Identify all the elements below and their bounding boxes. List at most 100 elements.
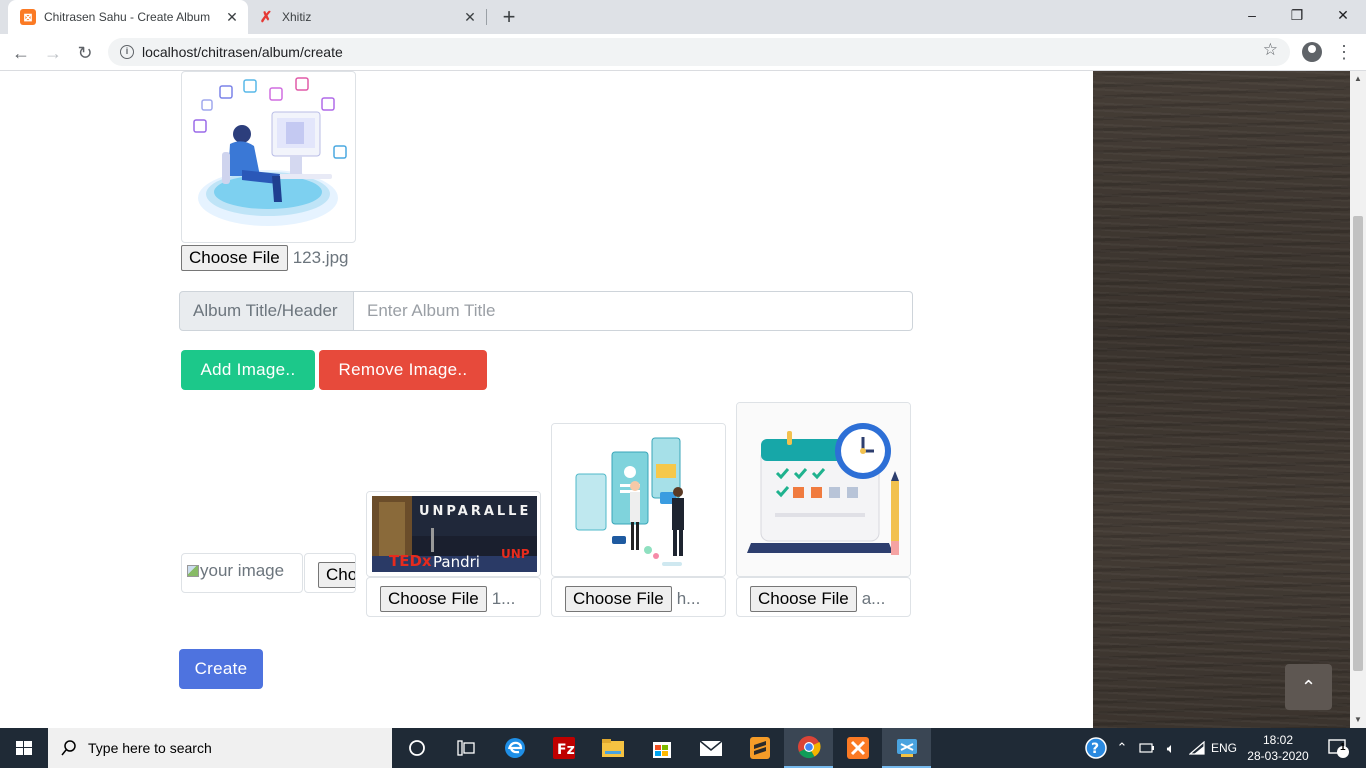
image-slot-2-file-row[interactable]: Choose File 1... [380,585,540,613]
image-slot-2-preview: UNPARALLE TEDx Pandri UNP [366,491,541,577]
broken-image-icon [187,565,199,577]
filezilla-icon[interactable]: Fz [539,728,588,768]
image-slot-3-preview [551,423,726,577]
image-slot-1-file-row[interactable]: Choose File [318,561,355,589]
chrome-icon[interactable] [784,728,833,768]
clock-time: 18:02 [1262,733,1294,747]
svg-text:Fz: Fz [557,742,575,758]
cover-file-input[interactable]: Choose File 123.jpg [181,243,349,273]
taskbar-search-box[interactable]: Type here to search [48,728,392,768]
tab-title: Xhitiz [282,10,312,24]
album-title-input[interactable] [354,291,913,331]
task-view-icon[interactable] [441,728,490,768]
chevron-up-icon: ⌃ [1300,677,1317,697]
new-tab-button[interactable]: + [496,4,522,30]
image-slot-1-preview: your image [181,553,303,593]
image-slot-1-file-input[interactable]: Choose File [304,553,356,593]
image-slot-2-filename: 1... [491,589,516,608]
tab-divider [486,9,487,25]
back-to-top-button[interactable]: ⌃ [1285,664,1332,710]
back-arrow-icon[interactable]: ← [8,40,34,66]
scroll-down-arrow-icon[interactable]: ▼ [1350,712,1366,728]
xampp-taskbar-icon[interactable] [833,728,882,768]
image-slot-4-file-input[interactable]: Choose File a... [736,577,911,617]
site-info-icon[interactable]: i [120,45,134,59]
mail-icon[interactable] [686,728,735,768]
volume-icon[interactable]: 🔈︎ [1160,728,1182,768]
image-slot-4-filename: a... [861,589,886,608]
x-logo-icon: ✗ [259,9,273,26]
image-slot-4-preview [736,402,911,577]
tab-close-icon[interactable]: ✕ [220,9,244,26]
snipping-tool-icon[interactable] [882,728,931,768]
cover-filename: 123.jpg [292,248,349,267]
developer-illustration [193,77,347,226]
remove-image-button[interactable]: Remove Image.. [319,350,487,390]
taskbar-search-placeholder: Type here to search [88,740,212,756]
taskbar-clock[interactable]: 18:02 28-03-2020 [1244,728,1312,768]
sublime-text-icon[interactable] [735,728,784,768]
image-slot-4-choose-file-button[interactable]: Choose File [750,586,857,612]
album-title-group: Album Title/Header [179,291,913,331]
cover-image-preview [181,71,356,243]
tray-overflow-chevron-icon[interactable]: ⌃ [1112,728,1132,768]
create-button[interactable]: Create [179,649,263,689]
windows-taskbar: Type here to search Fz ? ⌃ 🔈︎ ENG 18:02 … [0,728,1366,768]
business-illustration [552,424,725,576]
banner-unparallel-text: UNPARALLE [419,504,531,519]
tab-title: Chitrasen Sahu - Create Album [44,10,211,24]
tab-close-icon[interactable]: ✕ [458,9,482,26]
search-icon [61,740,76,756]
album-title-label: Album Title/Header [179,291,354,331]
reload-icon[interactable]: ↻ [72,40,98,66]
sidebar-background [1093,71,1350,728]
calendar-laptop-illustration [737,403,910,576]
tab-create-album[interactable]: ⊠ Chitrasen Sahu - Create Album ✕ [8,0,248,34]
bookmark-star-icon[interactable]: ☆ [1263,40,1278,60]
minimize-button[interactable]: – [1229,0,1275,30]
notification-count: 1 [1340,742,1346,753]
image-slot-2-choose-file-button[interactable]: Choose File [380,586,487,612]
tedx-banner-image: UNPARALLE TEDx Pandri UNP [367,492,540,576]
browser-menu-icon[interactable]: ⋮ [1334,38,1354,66]
window-close-button[interactable]: ✕ [1320,0,1366,30]
url-field[interactable]: i localhost/chitrasen/album/create ☆ [108,38,1290,66]
help-icon[interactable]: ? [1084,728,1108,768]
action-center-icon[interactable]: 1 [1318,728,1358,768]
language-indicator[interactable]: ENG [1208,728,1240,768]
cortana-icon[interactable] [392,728,441,768]
image-slot-3-file-row[interactable]: Choose File h... [565,585,725,613]
image-slot-4-file-row[interactable]: Choose File a... [750,585,910,613]
start-button[interactable] [0,728,48,768]
banner-unp-text: UNP [501,547,530,561]
scroll-up-arrow-icon[interactable]: ▲ [1350,71,1366,87]
url-text: localhost/chitrasen/album/create [142,44,343,60]
scroll-thumb[interactable] [1353,216,1363,671]
wifi-icon[interactable] [1186,728,1208,768]
profile-avatar-icon[interactable] [1302,42,1322,62]
file-explorer-icon[interactable] [588,728,637,768]
page-scrollbar[interactable]: ▲ ▼ [1350,71,1366,728]
svg-text:?: ? [1091,741,1099,757]
tab-xhitiz[interactable]: ✗ Xhitiz ✕ [250,0,486,34]
store-icon[interactable] [637,728,686,768]
forward-arrow-icon[interactable]: → [40,40,66,66]
banner-city-text: Pandri [433,553,480,571]
image-alt-text: your image [200,561,285,580]
clock-date: 28-03-2020 [1247,749,1309,763]
xampp-icon: ⊠ [20,9,36,25]
page-viewport: Choose File 123.jpg Album Title/Header A… [0,71,1350,728]
browser-tab-strip: ⊠ Chitrasen Sahu - Create Album ✕ ✗ Xhit… [0,0,1366,34]
image-slot-2-file-input[interactable]: Choose File 1... [366,577,541,617]
edge-browser-icon[interactable] [490,728,539,768]
image-slot-3-file-input[interactable]: Choose File h... [551,577,726,617]
image-slot-3-filename: h... [676,589,701,608]
windows-logo-icon [16,741,32,755]
battery-network-icon[interactable] [1136,728,1160,768]
restore-button[interactable]: ❐ [1274,0,1320,30]
image-slot-3-choose-file-button[interactable]: Choose File [565,586,672,612]
add-image-button[interactable]: Add Image.. [181,350,315,390]
cover-choose-file-button[interactable]: Choose File [181,245,288,271]
image-slot-1-choose-file-button[interactable]: Choose File [318,562,355,588]
banner-tedx-text: TEDx [389,552,432,570]
